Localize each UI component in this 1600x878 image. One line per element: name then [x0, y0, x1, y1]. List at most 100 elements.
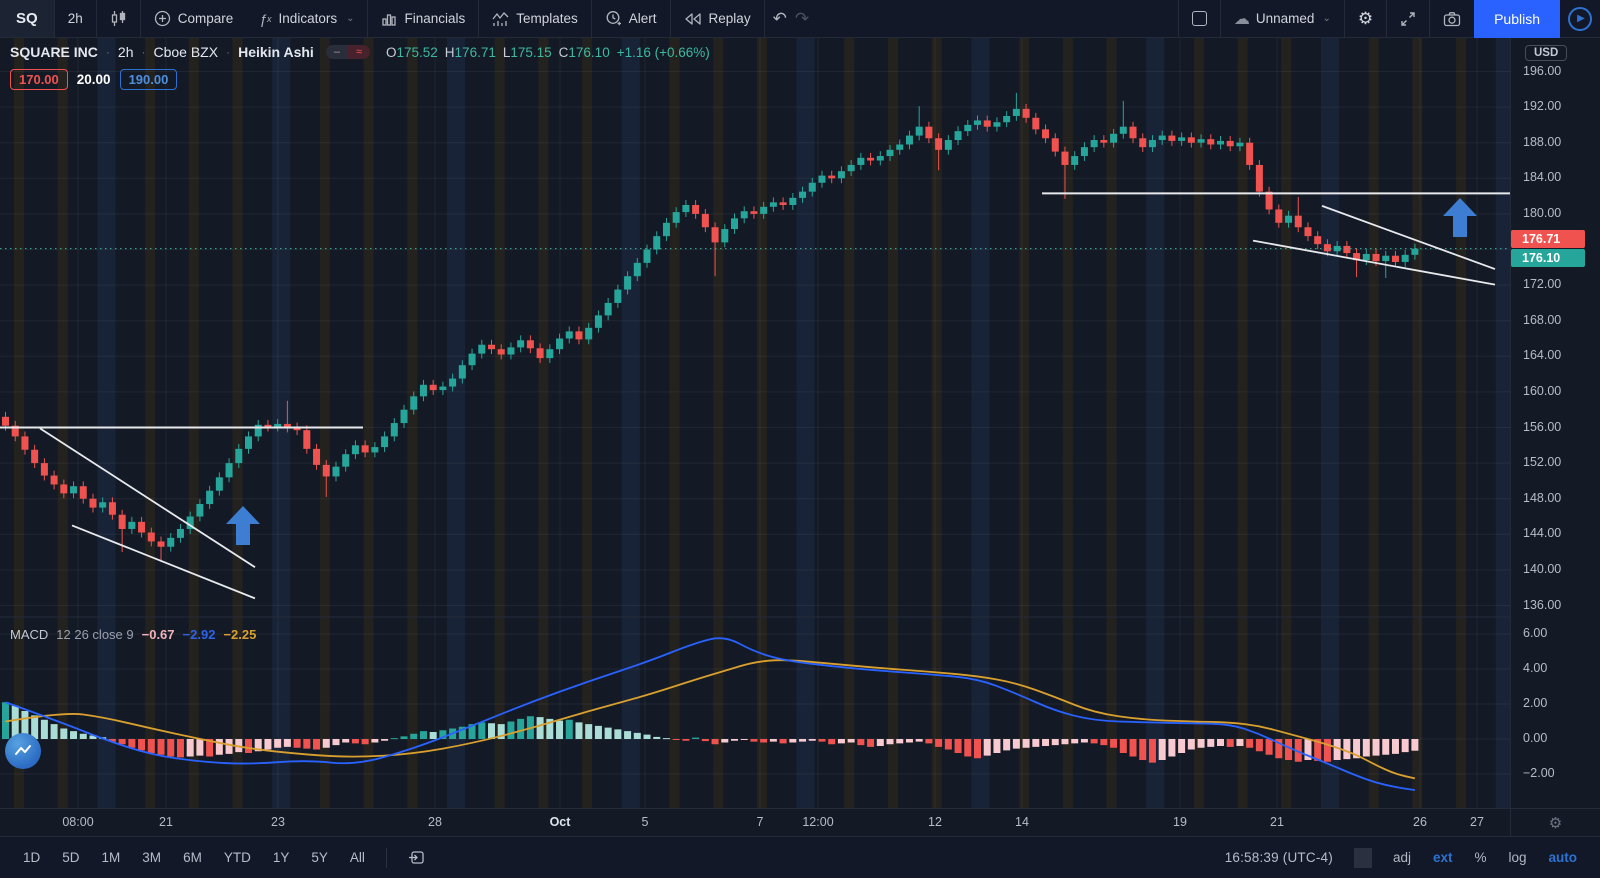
log-toggle[interactable]: log — [1499, 846, 1535, 869]
chevron-down-icon: ⌄ — [1322, 13, 1331, 24]
plus-circle-icon — [154, 10, 171, 27]
time-tick-label: 19 — [1173, 815, 1187, 829]
zigzag-icon — [492, 11, 509, 27]
range-5d[interactable]: 5D — [53, 846, 88, 869]
time-tick-label: 26 — [1413, 815, 1427, 829]
axis-settings-corner[interactable]: ⚙ — [1510, 808, 1600, 836]
range-1d[interactable]: 1D — [14, 846, 49, 869]
macd-tick-label: 4.00 — [1523, 661, 1548, 675]
legend-symbol[interactable]: SQUARE INC — [10, 44, 98, 60]
last-price-badge: 176.10 — [1511, 248, 1585, 267]
publish-button[interactable]: Publish — [1474, 0, 1560, 38]
macd-hist-value: −0.67 — [141, 627, 175, 642]
expand-icon — [1400, 11, 1416, 27]
arrow-up-drawing — [226, 506, 260, 545]
fx-icon: ƒx — [259, 10, 272, 27]
alert-price-low[interactable]: 170.00 — [10, 69, 68, 90]
tradingview-logo — [5, 733, 41, 769]
legend-exchange[interactable]: Cboe BZX — [153, 44, 218, 60]
range-1y[interactable]: 1Y — [264, 846, 299, 869]
play-icon: ▶ — [1577, 13, 1585, 24]
price-tick-label: 168.00 — [1523, 312, 1562, 327]
legend-visibility-toggle[interactable]: – ≈ — [325, 45, 370, 59]
range-5y[interactable]: 5Y — [302, 846, 337, 869]
templates-button[interactable]: Templates — [479, 0, 591, 37]
chart-legend: SQUARE INC · 2h · Cboe BZX · Heikin Ashi… — [10, 44, 710, 60]
interval-button[interactable]: 2h — [55, 0, 96, 37]
undo-button[interactable]: ↶ — [765, 0, 795, 37]
macd-legend[interactable]: MACD 12 26 close 9 −0.67 −2.92 −2.25 — [10, 627, 256, 642]
price-tick-label: 192.00 — [1523, 99, 1562, 114]
legend-chart-type[interactable]: Heikin Ashi — [238, 44, 314, 60]
high-price-badge: 176.71 — [1511, 230, 1585, 248]
percent-toggle[interactable]: % — [1465, 846, 1495, 869]
gear-icon: ⚙ — [1357, 8, 1374, 28]
rewind-icon — [684, 12, 702, 26]
macd-title: MACD — [10, 627, 49, 642]
range-all[interactable]: All — [341, 846, 374, 869]
macd-tick-label: 0.00 — [1523, 731, 1548, 745]
cloud-icon: ☁ — [1233, 10, 1250, 28]
alert-price-high[interactable]: 190.00 — [119, 69, 178, 90]
price-tick-label: 196.00 — [1523, 63, 1562, 78]
wave-icon[interactable]: ≈ — [347, 45, 370, 59]
tradingview-app: { "toolbar": { "symbol": "SQ", "interval… — [0, 0, 1600, 878]
chart-style-button[interactable] — [97, 0, 140, 37]
macd-params: 12 26 close 9 — [56, 627, 134, 642]
adj-toggle[interactable]: adj — [1384, 846, 1420, 869]
range-ytd[interactable]: YTD — [215, 846, 260, 869]
bar-chart-icon — [381, 11, 397, 27]
macd-tick-label: −2.00 — [1523, 766, 1555, 780]
macd-tick-label: 2.00 — [1523, 696, 1548, 710]
price-tick-label: 164.00 — [1523, 348, 1562, 363]
fullscreen-button[interactable] — [1387, 0, 1429, 37]
price-tick-label: 184.00 — [1523, 170, 1562, 185]
snapshot-button[interactable] — [1430, 0, 1474, 37]
alert-button[interactable]: Alert — [592, 0, 670, 37]
price-tick-label: 180.00 — [1523, 205, 1562, 220]
play-idea-button[interactable]: ▶ — [1568, 6, 1592, 31]
range-1m[interactable]: 1M — [93, 846, 130, 869]
price-axis[interactable]: USD 196.00 192.00 188.00 184.00 180.00 172.00… — [1510, 38, 1600, 808]
bottom-toolbar: 1D 5D 1M 3M 6M YTD 1Y 5Y All 16:58:39 (U… — [0, 836, 1600, 878]
time-tick-label: 08:00 — [62, 815, 94, 829]
ext-toggle[interactable]: ext — [1424, 846, 1462, 869]
macd-histogram — [2, 702, 1419, 763]
indicators-button[interactable]: ƒx Indicators ⌄ — [246, 0, 367, 37]
time-tick-label: 23 — [271, 815, 285, 829]
layout-name: Unnamed — [1255, 11, 1315, 26]
save-layout-button[interactable]: ☁ Unnamed ⌄ — [1221, 0, 1344, 37]
legend-interval[interactable]: 2h — [118, 44, 134, 60]
financials-button[interactable]: Financials — [368, 0, 478, 37]
auto-toggle[interactable]: auto — [1540, 846, 1587, 869]
chart-settings-button[interactable]: ⚙ — [1345, 0, 1386, 37]
currency-chip[interactable]: USD — [1525, 45, 1568, 61]
price-tick-label: 136.00 — [1523, 597, 1562, 612]
hide-icon[interactable]: – — [325, 45, 348, 59]
main-chart[interactable] — [0, 0, 1510, 808]
range-6m[interactable]: 6M — [174, 846, 211, 869]
price-tick-label: 156.00 — [1523, 419, 1562, 434]
gear-icon: ⚙ — [1548, 814, 1563, 832]
redo-button[interactable]: ↷ — [795, 0, 817, 37]
time-tick-label: 27 — [1470, 815, 1484, 829]
layout-select-button[interactable] — [1179, 0, 1220, 37]
top-toolbar: SQ 2h Compare ƒx Indicators ⌄ Financials… — [0, 0, 1600, 38]
macd-tick-label: 6.00 — [1523, 626, 1548, 640]
time-axis[interactable]: 08:00 21 23 28 Oct 5 7 12:00 12 14 19 21 26 27 — [0, 808, 1510, 836]
price-tick-label: 152.00 — [1523, 455, 1562, 470]
time-tick-label: 12:00 — [802, 815, 834, 829]
go-to-date-button[interactable] — [399, 846, 434, 869]
symbol-button[interactable]: SQ — [0, 0, 54, 37]
replay-button[interactable]: Replay — [671, 0, 764, 37]
price-tick-label: 160.00 — [1523, 383, 1562, 398]
alarm-clock-icon — [605, 10, 622, 27]
price-tick-label: 188.00 — [1523, 134, 1562, 149]
range-value: 20.00 — [76, 72, 111, 87]
clock[interactable]: 16:58:39 (UTC-4) — [1216, 846, 1342, 869]
price-tick-label: 140.00 — [1523, 561, 1562, 576]
time-tick-label: Oct — [549, 815, 571, 829]
range-3m[interactable]: 3M — [133, 846, 170, 869]
time-tick-label: 14 — [1015, 815, 1029, 829]
compare-button[interactable]: Compare — [141, 0, 247, 37]
